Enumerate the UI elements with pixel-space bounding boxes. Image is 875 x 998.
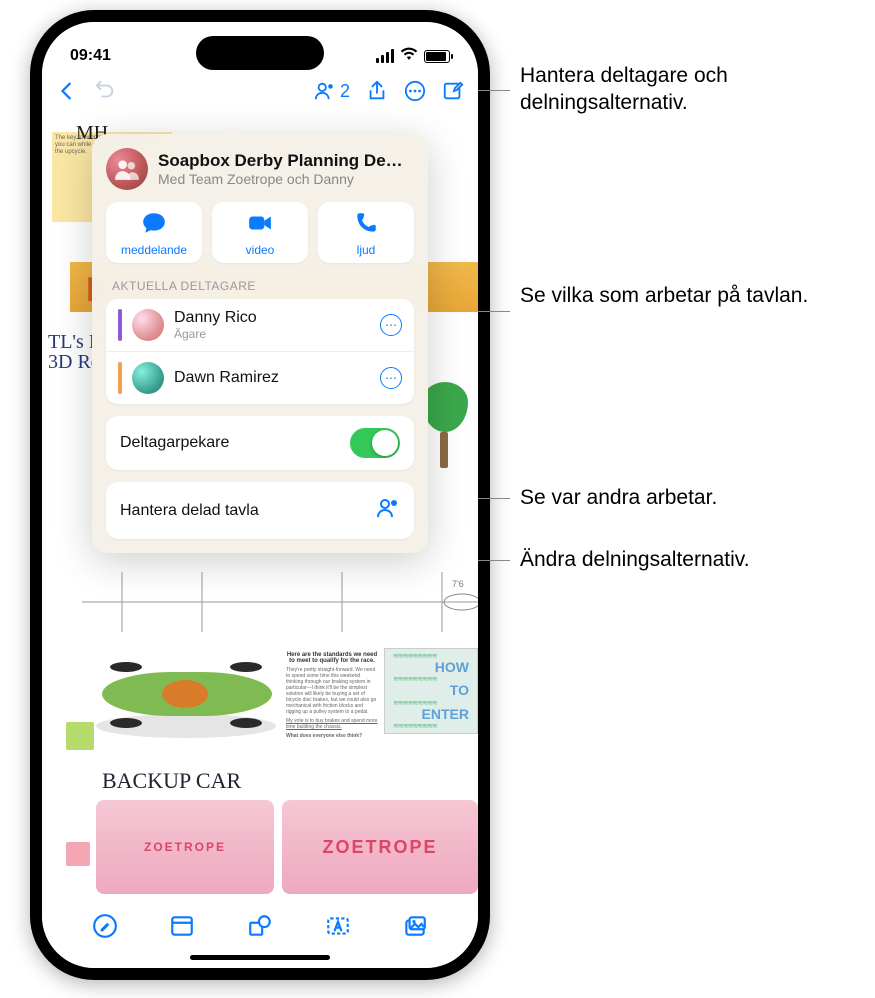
manage-share-label: Hantera delad tavla: [120, 502, 259, 520]
popover-header: Soapbox Derby Planning De… Med Team Zoet…: [106, 148, 414, 190]
participant-row[interactable]: Danny Rico Ägare ⋯: [106, 299, 414, 351]
sticky-tool-button[interactable]: [168, 912, 196, 940]
phone-frame: 09:41 2: [30, 10, 490, 980]
draw-tool-button[interactable]: [91, 912, 119, 940]
top-toolbar: 2: [42, 76, 478, 110]
cursor-toggle[interactable]: [350, 428, 400, 458]
presence-bar: [118, 362, 122, 394]
svg-text:7'6: 7'6: [452, 579, 464, 589]
communication-row: meddelande video ljud: [106, 202, 414, 263]
video-button[interactable]: video: [212, 202, 308, 263]
label: HOW: [435, 660, 469, 675]
avatar: [132, 309, 164, 341]
stem-shape: [440, 432, 448, 468]
callout-changeshare: Ändra delningsalternativ.: [520, 546, 860, 573]
participant-row[interactable]: Dawn Ramirez ⋯: [106, 351, 414, 404]
wheel: [230, 718, 262, 728]
phone-screen: 09:41 2: [42, 22, 478, 968]
status-time: 09:41: [70, 47, 111, 65]
photo-thumbnail[interactable]: ZOETROPE: [282, 800, 478, 894]
cellular-icon: [376, 49, 394, 63]
participant-more-button[interactable]: ⋯: [380, 314, 402, 336]
status-indicators: [376, 47, 450, 66]
video-label: video: [216, 243, 304, 257]
collaborator-count: 2: [340, 81, 350, 102]
wheel: [110, 662, 142, 672]
battery-icon: [424, 50, 450, 63]
collaboration-popover: Soapbox Derby Planning De… Med Team Zoet…: [92, 134, 428, 553]
avatar: [132, 362, 164, 394]
back-button[interactable]: [56, 80, 78, 102]
wheel: [230, 662, 262, 672]
callout-manage: Hantera deltagare och delningsalternativ…: [520, 62, 860, 117]
text-block[interactable]: Here are the standards we need to meet t…: [286, 652, 378, 739]
callout-cursors: Se var andra arbetar.: [520, 484, 860, 511]
home-indicator[interactable]: [190, 955, 330, 960]
undo-button[interactable]: [94, 80, 116, 102]
manage-share-card: Hantera delad tavla: [106, 482, 414, 539]
wifi-icon: [400, 47, 418, 66]
text-tool-button[interactable]: [324, 912, 352, 940]
bottom-toolbar: [42, 912, 478, 948]
participants-list: Danny Rico Ägare ⋯ Dawn Ramirez ⋯: [106, 299, 414, 404]
more-button[interactable]: [404, 80, 426, 102]
media-tool-button[interactable]: [401, 912, 429, 940]
collaborators-button[interactable]: 2: [314, 80, 350, 102]
photo-thumbnail[interactable]: ZOETROPE: [96, 800, 274, 894]
share-button[interactable]: [366, 80, 388, 102]
green-shape[interactable]: [422, 382, 468, 432]
group-avatar: [106, 148, 148, 190]
message-label: meddelande: [110, 243, 198, 257]
participant-name: Danny Rico: [174, 309, 370, 327]
audio-button[interactable]: ljud: [318, 202, 414, 263]
board-subtitle: Med Team Zoetrope och Danny: [158, 171, 403, 187]
cursor-toggle-label: Deltagarpekare: [120, 434, 229, 452]
message-button[interactable]: meddelande: [106, 202, 202, 263]
participants-section-label: AKTUELLA DELTAGARE: [112, 279, 408, 293]
dynamic-island: [196, 36, 324, 70]
collaboration-icon: [376, 496, 400, 525]
board-title: Soapbox Derby Planning De…: [158, 151, 403, 171]
backup-car-label: BACKUP CAR: [102, 768, 241, 794]
label: ENTER: [422, 707, 469, 722]
cursor-toggle-card: Deltagarpekare: [106, 416, 414, 470]
sticky-note[interactable]: [66, 842, 90, 866]
callout-seewho: Se vilka som arbetar på tavlan.: [520, 282, 860, 309]
sticky-note[interactable]: [66, 722, 94, 750]
participant-role: Ägare: [174, 327, 370, 341]
participant-more-button[interactable]: ⋯: [380, 367, 402, 389]
audio-label: ljud: [322, 243, 410, 257]
presence-bar: [118, 309, 122, 341]
technical-drawing: 7'6: [82, 562, 478, 642]
manage-share-button[interactable]: Hantera delad tavla: [106, 482, 414, 539]
car-seat: [162, 680, 208, 708]
new-note-button[interactable]: [442, 80, 464, 102]
wheel: [110, 718, 142, 728]
shapes-tool-button[interactable]: [246, 912, 274, 940]
label: TO: [450, 683, 469, 698]
participant-name: Dawn Ramirez: [174, 369, 370, 387]
how-to-enter-card[interactable]: ≋≋≋≋≋≋≋≋≋ HOW ≋≋≋≋≋≋≋≋≋ TO ≋≋≋≋≋≋≋≋≋ ENT…: [384, 648, 478, 734]
